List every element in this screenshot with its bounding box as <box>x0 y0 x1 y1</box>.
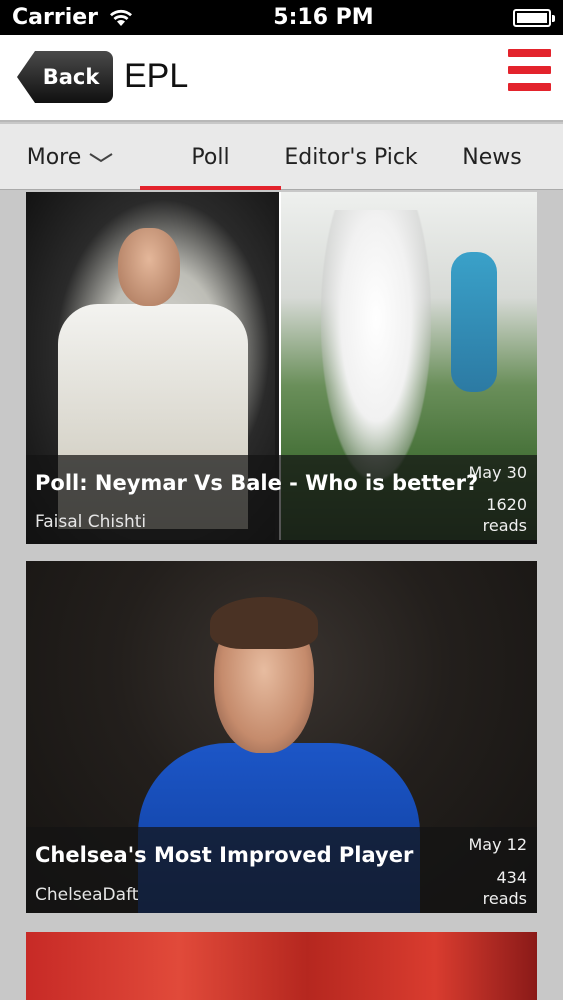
status-bar: Carrier 5:16 PM <box>0 0 563 35</box>
reads-count: 1620 <box>486 495 527 514</box>
back-button-label: Back <box>42 65 100 89</box>
article-author: ChelseaDaft <box>35 885 139 905</box>
article-feed[interactable]: Poll: Neymar Vs Bale - Who is better? Fa… <box>0 191 563 1000</box>
app-header: Back EPL <box>0 35 563 122</box>
article-card[interactable]: Poll: Neymar Vs Bale - Who is better? Fa… <box>26 192 537 544</box>
article-image <box>26 932 537 1000</box>
reads-count: 434 <box>496 868 527 887</box>
page-title: EPL <box>124 57 189 95</box>
tab-editors-pick[interactable]: Editor's Pick <box>281 124 421 190</box>
carrier-label: Carrier <box>12 5 99 30</box>
article-title: Chelsea's Most Improved Player <box>35 843 414 867</box>
reads-label: reads <box>482 516 527 535</box>
tab-more[interactable]: More <box>0 124 140 190</box>
chevron-down-icon <box>89 145 113 170</box>
reads-label: reads <box>482 889 527 908</box>
tab-more-label: More <box>26 144 82 170</box>
article-title: Poll: Neymar Vs Bale - Who is better? <box>35 471 479 495</box>
status-time: 5:16 PM <box>273 5 374 30</box>
tab-editors-pick-label: Editor's Pick <box>284 144 418 170</box>
hamburger-menu-icon[interactable] <box>508 49 551 91</box>
wifi-icon <box>108 8 134 28</box>
tab-news[interactable]: News <box>421 124 563 190</box>
article-author: Faisal Chishti <box>35 512 147 532</box>
article-card[interactable] <box>26 932 537 1000</box>
back-button[interactable]: Back <box>17 51 113 103</box>
article-date: May 12 <box>468 835 527 854</box>
tab-news-label: News <box>462 144 522 170</box>
tab-poll[interactable]: Poll <box>140 124 281 190</box>
tab-poll-label: Poll <box>191 144 230 170</box>
article-date: May 30 <box>468 463 527 482</box>
article-reads: 434 reads <box>483 867 527 909</box>
article-card[interactable]: Chelsea's Most Improved Player ChelseaDa… <box>26 561 537 913</box>
tab-bar: More Poll Editor's Pick News <box>0 124 563 190</box>
article-reads: 1620 reads <box>483 494 527 536</box>
battery-icon <box>512 8 555 27</box>
article-caption: Chelsea's Most Improved Player ChelseaDa… <box>26 827 537 913</box>
article-caption: Poll: Neymar Vs Bale - Who is better? Fa… <box>26 455 537 540</box>
